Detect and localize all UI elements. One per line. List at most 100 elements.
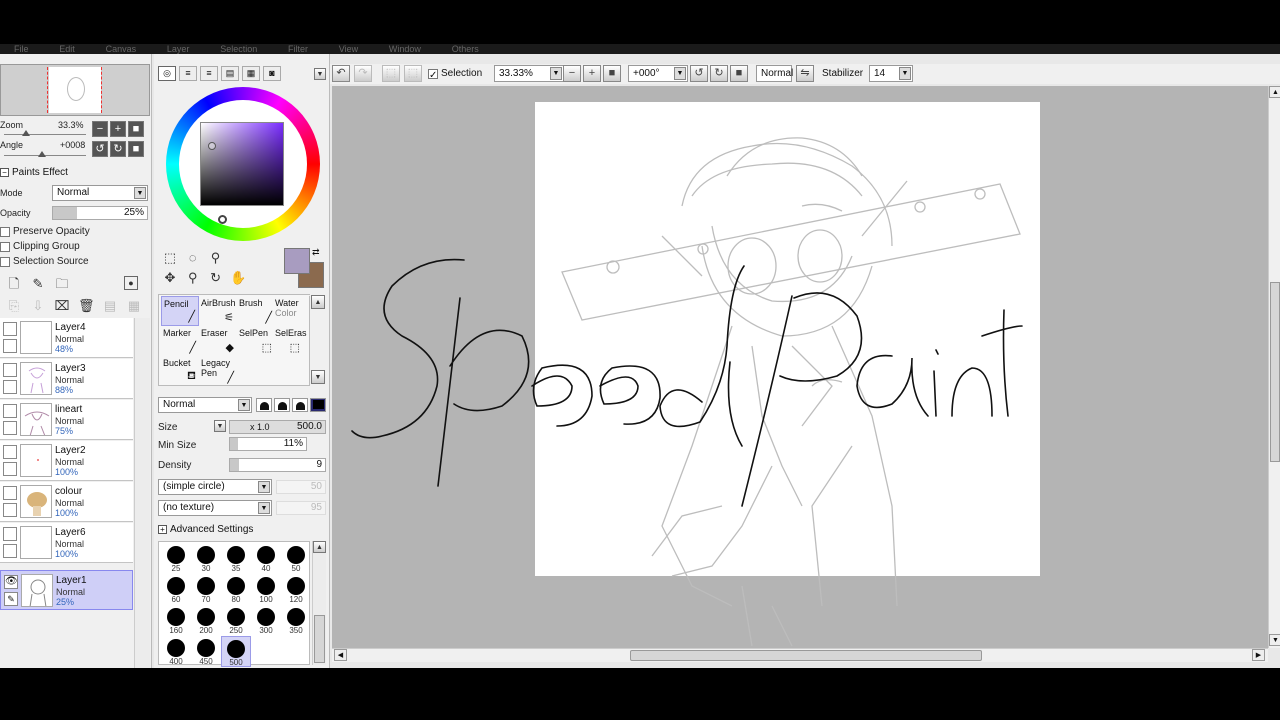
layer-lock-toggle[interactable] [3, 503, 17, 517]
canvas-viewport[interactable] [332, 86, 1268, 648]
layer-row[interactable]: Layer4 Normal 48% [0, 318, 133, 358]
brush-size-preset[interactable]: 80 [221, 574, 251, 605]
swatches-tab[interactable]: ▤ [221, 66, 239, 81]
color-wheel[interactable] [166, 87, 320, 241]
selection-checkbox[interactable] [428, 67, 438, 84]
visibility-toggle[interactable] [3, 404, 17, 418]
new-folder-icon[interactable]: 🗀 [54, 276, 70, 292]
canvas-blend-field[interactable]: Normal [756, 65, 793, 82]
layer-lock-toggle[interactable] [3, 544, 17, 558]
hand-icon[interactable]: ✋ [230, 270, 246, 286]
layer-opacity-slider[interactable]: 25% [52, 206, 148, 220]
layer-row[interactable]: colour Normal 100% [0, 482, 133, 522]
layer-row[interactable]: Layer2 Normal 100% [0, 441, 133, 481]
scroll-thumb[interactable] [1270, 282, 1280, 462]
brush-size-preset[interactable]: 100 [251, 574, 281, 605]
color-wheel-tab[interactable]: ◎ [158, 66, 176, 81]
zoom-icon[interactable]: ⚲ [185, 270, 201, 286]
brush-shape-select[interactable]: (simple circle) ▼ [158, 479, 272, 495]
brush-size-preset[interactable]: 400 [161, 636, 191, 667]
brush-size-preset[interactable]: 200 [191, 605, 221, 636]
preserve-opacity-checkbox[interactable] [0, 226, 10, 237]
brush-selpen[interactable]: SelPen ⬚ [237, 326, 275, 356]
brush-legacy-pen[interactable]: Legacy Pen ╱ [199, 356, 237, 386]
rotate-reset-button[interactable]: ■ [730, 65, 748, 82]
zoom-reset-button[interactable]: ■ [128, 121, 144, 137]
advanced-settings-toggle[interactable]: + Advanced Settings [158, 524, 253, 535]
brush-airbrush[interactable]: AirBrush ⚟ [199, 296, 237, 326]
magic-wand-icon[interactable]: ⚲ [208, 250, 224, 266]
zoom-out-button[interactable]: − [92, 121, 108, 137]
selection-source-option[interactable]: Selection Source [0, 256, 89, 267]
color-mixer-tab[interactable]: ◙ [263, 66, 281, 81]
brush-size-preset[interactable]: 70 [191, 574, 221, 605]
scroll-up-arrow[interactable]: ▲ [313, 541, 326, 553]
tip-hard[interactable] [292, 398, 308, 412]
menu-window[interactable]: Window [389, 44, 421, 54]
scroll-right-arrow[interactable]: ▶ [1252, 649, 1265, 661]
rotate-icon[interactable]: ↻ [208, 270, 224, 286]
tip-soft[interactable] [256, 398, 272, 412]
menu-canvas[interactable]: Canvas [106, 44, 137, 54]
rotate-right-button[interactable]: ↻ [110, 141, 126, 157]
merge-visible-icon[interactable]: ▦ [126, 298, 142, 314]
preserve-opacity-option[interactable]: Preserve Opacity [0, 226, 90, 237]
move-icon[interactable]: ✥ [162, 270, 178, 286]
brush-texture-strength[interactable]: 95 [276, 501, 326, 515]
layer-lock-toggle[interactable] [3, 339, 17, 353]
density-slider[interactable]: 9 [229, 458, 326, 472]
brush-size-preset[interactable]: 350 [281, 605, 311, 636]
scroll-thumb[interactable] [314, 615, 325, 663]
brush-seleraser[interactable]: SelEras ⬚ [273, 326, 307, 356]
layer-mode-select[interactable]: Normal ▼ [52, 185, 148, 201]
brush-scroll-down[interactable]: ▼ [311, 370, 325, 384]
size-multiplier-dropdown[interactable]: ▼ [214, 420, 226, 432]
menu-edit[interactable]: Edit [59, 44, 75, 54]
layer-list-scrollbar[interactable] [134, 318, 150, 668]
visibility-toggle[interactable] [3, 527, 17, 541]
paints-effect-header[interactable]: − Paints Effect [0, 167, 68, 178]
eye-icon[interactable]: 👁 [4, 575, 18, 589]
brush-size-scrollbar[interactable]: ▲ [312, 541, 326, 665]
selection-source-checkbox[interactable] [0, 256, 10, 267]
zoom-field[interactable]: 33.33% ▼ [494, 65, 564, 82]
zoom-reset-button[interactable]: ■ [603, 65, 621, 82]
brush-brush[interactable]: Brush ╱ [237, 296, 275, 326]
brush-size-slider[interactable]: x 1.0 500.0 [229, 420, 326, 434]
undo-button[interactable]: ↶ [332, 65, 350, 82]
brush-scroll-up[interactable]: ▲ [311, 295, 325, 309]
rotate-left-button[interactable]: ↺ [92, 141, 108, 157]
layer-row-selected[interactable]: 👁 ✎ Layer1 Normal 25% [0, 570, 133, 610]
tip-medium[interactable] [274, 398, 290, 412]
scratchpad-tab[interactable]: ▦ [242, 66, 260, 81]
layer-mask-icon[interactable]: ● [124, 276, 138, 290]
clear-layer-icon[interactable]: ⌧ [54, 298, 70, 314]
layer-row[interactable]: Layer6 Normal 100% [0, 523, 133, 563]
new-linework-layer-icon[interactable]: ✎ [30, 276, 46, 292]
hsv-slider-tab[interactable]: ≡ [200, 66, 218, 81]
menu-others[interactable]: Others [452, 44, 479, 54]
brush-texture-select[interactable]: (no texture) ▼ [158, 500, 272, 516]
canvas-horizontal-scrollbar[interactable]: ◀ ▶ [332, 648, 1268, 662]
visibility-toggle[interactable] [3, 486, 17, 500]
panel-menu-button[interactable]: ▼ [314, 68, 326, 80]
layer-lock-toggle[interactable] [3, 421, 17, 435]
brush-size-preset[interactable]: 25 [161, 543, 191, 574]
hue-picker-marker[interactable] [218, 215, 227, 224]
redo-button[interactable]: ↷ [354, 65, 372, 82]
brush-size-preset[interactable]: 40 [251, 543, 281, 574]
layer-properties-icon[interactable]: ▤ [102, 298, 118, 314]
rotation-field[interactable]: +000° ▼ [628, 65, 688, 82]
zoom-out-button[interactable]: − [563, 65, 581, 82]
menu-file[interactable]: File [14, 44, 29, 54]
transfer-down-icon[interactable]: ⎘ [6, 298, 22, 314]
trash-icon[interactable]: 🗑 [78, 298, 95, 314]
angle-slider-thumb[interactable] [38, 151, 46, 157]
scroll-left-arrow[interactable]: ◀ [334, 649, 347, 661]
brush-size-preset[interactable]: 160 [161, 605, 191, 636]
brush-size-preset[interactable]: 250 [221, 605, 251, 636]
brush-size-preset[interactable]: 300 [251, 605, 281, 636]
pencil-icon[interactable]: ✎ [4, 592, 18, 606]
menu-filter[interactable]: Filter [288, 44, 308, 54]
rect-select-icon[interactable]: ⬚ [162, 250, 178, 266]
